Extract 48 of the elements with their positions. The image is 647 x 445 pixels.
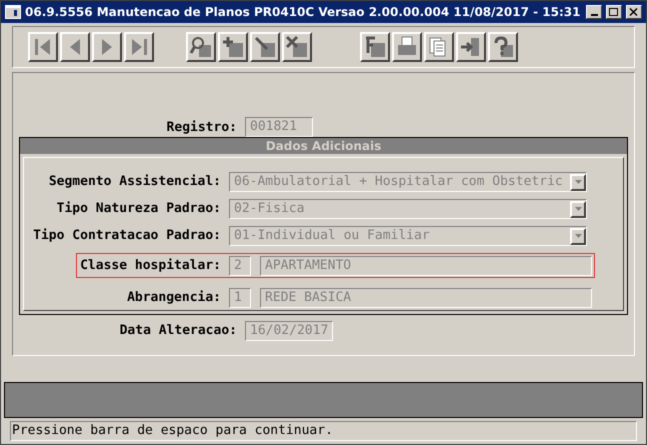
text-field[interactable]: APARTAMENTO xyxy=(260,256,592,276)
toolbar-button[interactable] xyxy=(186,32,216,62)
text-field[interactable]: 2 xyxy=(229,256,251,276)
field-label: Abrangencia: xyxy=(126,288,222,307)
dropdown[interactable]: 01-Individual ou Familiar xyxy=(229,226,587,246)
toolbar-button[interactable] xyxy=(360,32,390,62)
toolbar-button[interactable] xyxy=(28,32,58,62)
toolbar-button[interactable] xyxy=(92,32,122,62)
window-title: 06.9.5556 Manutencao de Planos PR0410C Versao 2.00.00.004 11/08/2017 - 15:31 xyxy=(25,4,582,21)
toolbar-button[interactable] xyxy=(392,32,422,62)
field-label: Tipo Natureza Padrao: xyxy=(56,200,222,218)
toolbar-button[interactable] xyxy=(60,32,90,62)
caret-icon xyxy=(574,207,582,211)
filter-icon xyxy=(363,35,387,59)
toolbar-button[interactable] xyxy=(456,32,486,62)
status-message: Pressione barra de espaco para continuar. xyxy=(12,422,333,440)
dropdown[interactable]: 02-Fisica xyxy=(229,199,587,219)
field-label: Data Alteracao: xyxy=(118,322,238,340)
close-icon xyxy=(629,8,639,16)
search-icon xyxy=(189,35,213,59)
text-field[interactable]: 16/02/2017 xyxy=(245,321,333,341)
section-header: Dados Adicionais xyxy=(20,138,627,154)
toolbar-button[interactable] xyxy=(282,32,312,62)
dropdown-value: 02-Fisica xyxy=(233,200,306,218)
field-label: Tipo Contratacao Padrao: xyxy=(32,227,222,246)
close-button[interactable] xyxy=(626,5,642,19)
toolbar-button[interactable] xyxy=(124,32,154,62)
toolbar-button[interactable] xyxy=(250,32,280,62)
field-label: Classe hospitalar: xyxy=(79,256,222,275)
add-icon xyxy=(221,35,245,59)
field-label: Registro: xyxy=(166,118,238,136)
caret-icon xyxy=(574,234,582,238)
toolbar-button[interactable] xyxy=(488,32,518,62)
minimize-button[interactable] xyxy=(586,5,602,19)
maximize-icon xyxy=(609,8,619,16)
maximize-button[interactable] xyxy=(606,5,622,19)
caret-icon xyxy=(574,180,582,184)
text-field[interactable]: 001821 xyxy=(245,117,313,137)
dropdown-value: 01-Individual ou Familiar xyxy=(233,227,431,246)
toolbar-button[interactable] xyxy=(424,32,454,62)
delete-icon xyxy=(285,35,309,59)
app-icon xyxy=(5,5,21,19)
field-label: Segmento Assistencial: xyxy=(48,173,222,192)
text-field[interactable]: REDE BASICA xyxy=(260,288,592,308)
minimize-icon xyxy=(590,14,598,16)
edit-icon xyxy=(253,35,277,59)
toolbar-button[interactable] xyxy=(218,32,248,62)
text-field[interactable]: 1 xyxy=(229,288,251,308)
